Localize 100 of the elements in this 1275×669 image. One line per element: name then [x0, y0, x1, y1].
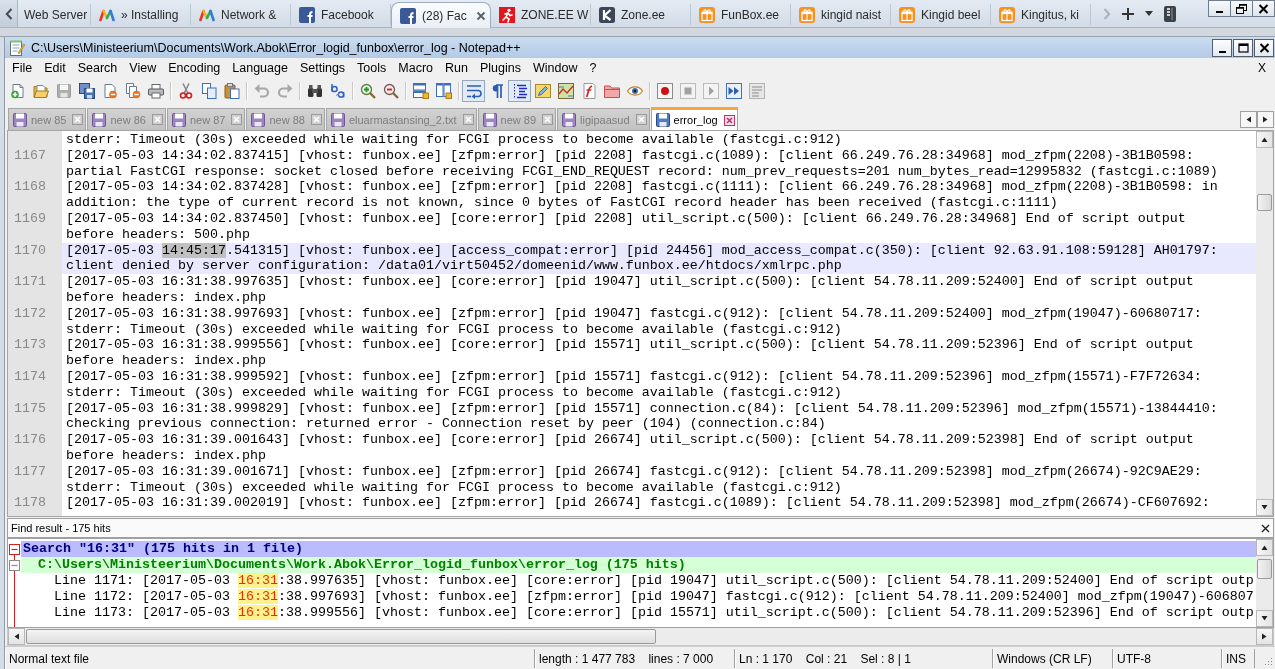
close-icon [1258, 42, 1270, 53]
code-line: [2017-05-03 14:34:02.837428] [vhost: funbox.ee] [zfpm:error] [pid 2208] fastcgi.c(1111): [client 66.249.76.28:34968] mod_zfpm(2208)-3B1B0598: in [65, 179, 1219, 196]
line-number: 1178 [14, 495, 46, 511]
gift-box-icon [899, 6, 915, 23]
line-number: 1174 [14, 368, 46, 384]
menu-item[interactable]: Search [71, 59, 124, 77]
close-tab-icon[interactable] [231, 114, 243, 125]
scroll-down-button[interactable] [1256, 499, 1273, 516]
search-summary[interactable]: Search "16:31" (175 hits in 1 file) [21, 541, 1256, 557]
close-tab-icon[interactable] [542, 114, 554, 125]
collapse-icon[interactable] [9, 559, 20, 571]
running-figure-icon [499, 6, 515, 23]
right-arrow-icon [1262, 116, 1269, 123]
browser-tab[interactable]: kingid naist [791, 4, 891, 25]
encoding-label: UTF-8 [1113, 649, 1222, 668]
browser-tab[interactable]: ZONE.EE W [491, 4, 591, 25]
menu-item[interactable]: Plugins [473, 59, 527, 77]
word-wrap-button[interactable] [462, 79, 485, 102]
left-arrow-icon [13, 633, 20, 640]
scroll-up-button[interactable] [1256, 131, 1273, 148]
menu-item[interactable]: Run [439, 59, 474, 77]
close-button[interactable] [1254, 38, 1274, 57]
browser-tab[interactable]: Zone.ee [591, 4, 691, 25]
menu-item[interactable]: Language [226, 59, 294, 77]
code-line: [2017-05-03 16:31:39.001671] [vhost: funbox.ee] [zfpm:error] [pid 26674] fastcgi.c(912): [client 54.78.11.209:52398] mod_zfpm(26674)-92C9AE29: [65, 463, 1203, 480]
browser-tab[interactable]: (28) Fac [391, 2, 491, 28]
indent-guide-button[interactable] [508, 79, 531, 102]
code-line: stderr: Timeout (30s) exceeded while waiting for FCGI process to become available (fastcgi.c:912) [65, 132, 843, 148]
scroll-right-button[interactable] [1256, 628, 1273, 645]
vertical-scrollbar[interactable] [1256, 131, 1273, 516]
menu-item[interactable]: Window [526, 59, 584, 77]
cursor-position-label: Ln : 1 170 Col : 21 Sel : 8 | 1 [735, 649, 993, 668]
minimize-button[interactable] [1208, 0, 1231, 17]
scroll-down-button[interactable] [1256, 610, 1273, 627]
menu-item[interactable]: View [123, 59, 163, 77]
up-arrow-icon [1261, 136, 1268, 143]
code-line: before headers: index.php [65, 447, 267, 464]
scrollbar-thumb[interactable] [26, 629, 656, 644]
menu-item[interactable]: File [6, 59, 39, 77]
menu-item[interactable]: ? [583, 59, 603, 77]
restore-button[interactable] [1230, 0, 1253, 17]
insert-mode-label: INS [1222, 649, 1255, 668]
close-tab-icon[interactable] [635, 114, 647, 125]
menu-item[interactable]: Macro [392, 59, 440, 77]
close-icon[interactable] [1261, 523, 1270, 533]
caret-down-icon[interactable] [1145, 11, 1153, 16]
sidebar-icon[interactable] [1164, 5, 1176, 22]
code-line: [2017-05-03 14:34:02.837415] [vhost: funbox.ee] [zfpm:error] [pid 2208] fastcgi.c(1089): [client 66.249.76.28:34968] mod_zfpm(2208)-3B1B0598: [65, 147, 1195, 164]
scroll-up-button[interactable] [1256, 539, 1273, 556]
browser-tab[interactable]: Network & [191, 4, 291, 25]
close-icon [1258, 3, 1269, 14]
redo-arrow-icon [276, 82, 293, 99]
close-tab-icon[interactable] [72, 114, 84, 125]
maximize-button[interactable] [1233, 38, 1253, 57]
maximize-icon [1237, 42, 1249, 53]
minimize-button[interactable] [1212, 38, 1232, 57]
close-tab-icon[interactable] [723, 114, 735, 126]
line-number: 1173 [14, 337, 46, 353]
line-number: 1176 [14, 432, 46, 448]
close-tab-icon[interactable] [151, 114, 163, 125]
close-tab-icon[interactable] [462, 114, 474, 125]
code-line: [2017-05-03 16:31:39.001643] [vhost: funbox.ee] [core:error] [pid 26674] util_script.c(500): [client 54.78.11.209:52398] End of script output [65, 432, 1195, 448]
code-line: [2017-05-03 16:31:38.997635] [vhost: funbox.ee] [core:error] [pid 19047] util_script.c(500): [client 54.78.11.209:52400] End of script output [65, 274, 1195, 290]
line-number: 1168 [14, 179, 46, 195]
browser-tab[interactable]: Facebook [291, 4, 391, 25]
file-result-header[interactable]: C:\Users\Ministeerium\Documents\Work.Abok\Error_logid_funbox\error_log (175 hits) [21, 557, 1256, 573]
minimize-icon [1216, 11, 1223, 13]
scrollbar-thumb[interactable] [1257, 194, 1272, 211]
close-document-button[interactable]: X [1255, 59, 1269, 77]
menu-item[interactable]: Settings [293, 59, 352, 77]
close-tab-icon[interactable] [476, 10, 486, 21]
browser-tab[interactable]: » Installing [91, 4, 191, 25]
down-arrow-icon [1261, 504, 1268, 511]
horizontal-scrollbar[interactable] [7, 628, 1274, 646]
scroll-left-button[interactable] [8, 628, 25, 645]
up-arrow-icon [1261, 544, 1268, 551]
close-button[interactable] [1252, 0, 1275, 17]
scroll-tabs-right-button[interactable] [1257, 111, 1274, 128]
binoculars-icon [306, 82, 323, 99]
menu-item[interactable]: Tools [351, 59, 393, 77]
document-tab[interactable]: error_log [650, 107, 738, 130]
map-icon [557, 82, 574, 99]
browser-tab[interactable]: Kingid beel [891, 4, 991, 25]
menu-item[interactable]: Edit [38, 59, 72, 77]
gift-box-icon [799, 6, 815, 23]
code-line: [2017-05-03 16:31:38.999829] [vhost: funbox.ee] [zfpm:error] [pid 15571] connection.c(84): [client 54.78.11.209:52396] mod_zfpm(15571)-13844410: [65, 400, 1219, 417]
scrollbar-thumb[interactable] [1257, 559, 1272, 579]
browser-tab[interactable]: Kingitus, ki [991, 4, 1091, 25]
menu-item[interactable]: Encoding [162, 59, 227, 77]
scroll-tabs-left-button[interactable] [1240, 111, 1257, 128]
code-line: [2017-05-03 16:31:39.002019] [vhost: funbox.ee] [zfpm:error] [pid 26674] fastcgi.c(1089): [client 54.78.11.209:52398] mod_zfpm(26674)-CF607692: [65, 495, 1211, 512]
browser-tab[interactable]: Web Server [18, 4, 91, 25]
line-number: 1169 [14, 211, 46, 226]
vertical-scrollbar[interactable] [1256, 539, 1273, 627]
code-line: before headers: index.php [65, 289, 267, 306]
new-tab-icon[interactable] [1122, 7, 1134, 20]
scroll-tabs-left-button[interactable] [0, 0, 18, 27]
browser-tab[interactable]: FunBox.ee [691, 4, 791, 25]
collapse-icon[interactable] [9, 543, 20, 555]
close-tab-icon[interactable] [310, 114, 322, 125]
